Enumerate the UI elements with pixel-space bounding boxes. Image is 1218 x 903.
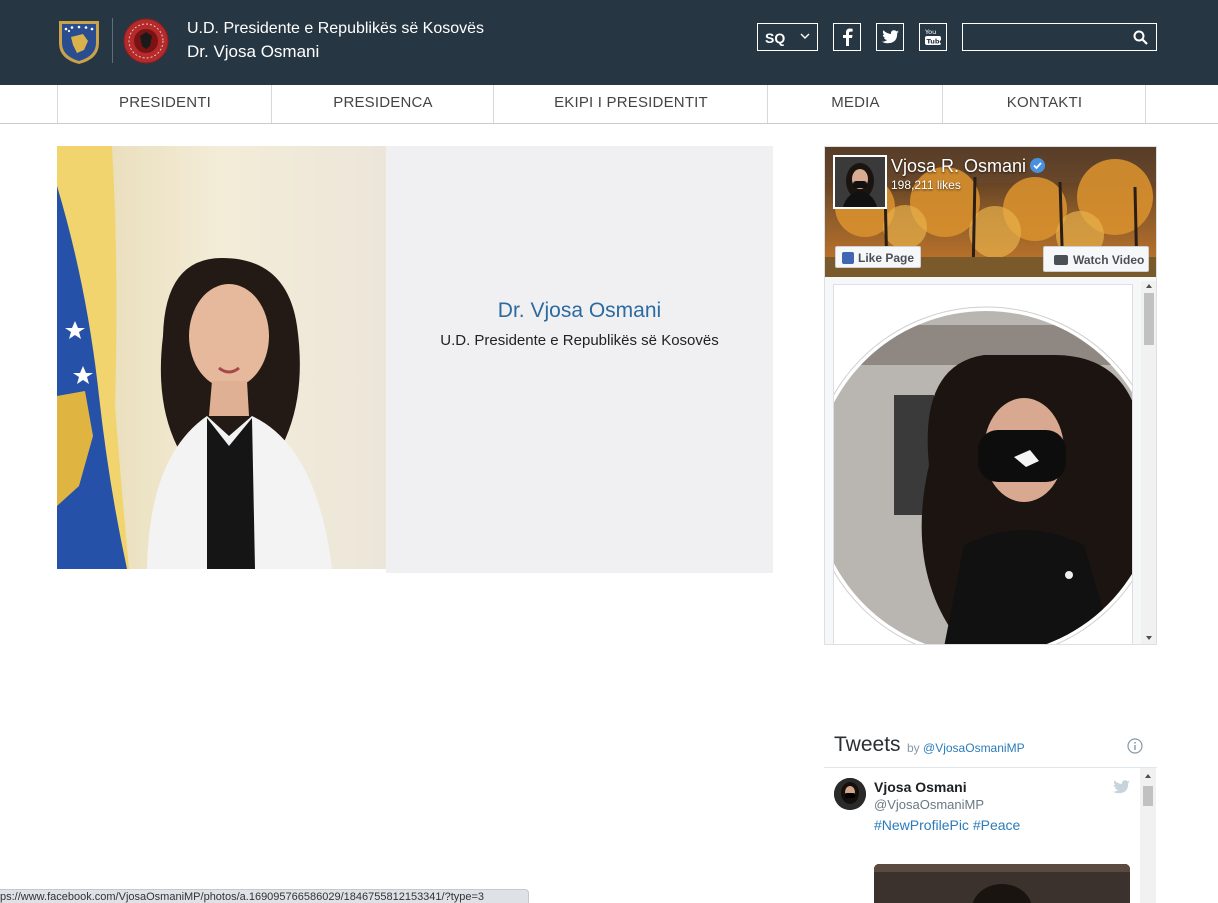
play-icon xyxy=(1054,255,1068,265)
twitter-icon xyxy=(881,29,899,43)
youtube-icon: You Tube xyxy=(924,28,943,45)
tweets-title: Tweets xyxy=(834,733,901,756)
scroll-up-icon[interactable] xyxy=(1140,771,1156,781)
tweet-author-handle[interactable]: @VjosaOsmaniMP xyxy=(874,797,984,812)
header-title-line1: U.D. Presidente e Republikës së Kosovës xyxy=(187,20,485,37)
presidency-seal-icon[interactable] xyxy=(123,18,169,64)
watch-video-label: Watch Video xyxy=(1073,253,1145,267)
twitter-header: Tweets by @VjosaOsmaniMP xyxy=(824,726,1157,768)
main-nav: PRESIDENTI PRESIDENCA EKIPI I PRESIDENTI… xyxy=(0,85,1218,124)
twitter-link[interactable] xyxy=(876,23,904,51)
president-portrait xyxy=(57,146,386,569)
nav-item-ekipi[interactable]: EKIPI I PRESIDENTIT xyxy=(493,85,768,123)
facebook-scrollbar[interactable] xyxy=(1141,281,1157,644)
tweets-by-label: by xyxy=(907,741,920,755)
like-page-label: Like Page xyxy=(858,251,915,265)
nav-item-media[interactable]: MEDIA xyxy=(767,85,943,123)
facebook-post[interactable] xyxy=(833,284,1133,644)
header-divider xyxy=(112,18,113,63)
nav-item-kontakti[interactable]: KONTAKTI xyxy=(942,85,1146,123)
hero-name: Dr. Vjosa Osmani xyxy=(497,299,662,322)
facebook-cover[interactable]: Vjosa R. Osmani 198,211 likes Like Page … xyxy=(825,147,1156,277)
search-input[interactable] xyxy=(967,27,1127,47)
language-value: SQ xyxy=(765,30,786,46)
svg-text:You: You xyxy=(924,28,936,36)
post-profile-image xyxy=(834,285,1132,644)
facebook-link[interactable] xyxy=(833,23,861,51)
chevron-down-icon xyxy=(800,33,810,39)
nav-divider xyxy=(1145,85,1146,123)
nav-item-presidenti[interactable]: PRESIDENTI xyxy=(57,85,272,123)
facebook-avatar[interactable] xyxy=(833,155,887,209)
tweet-text[interactable]: #NewProfilePic #Peace xyxy=(874,817,1020,833)
facebook-scroll-thumb[interactable] xyxy=(1144,293,1154,345)
twitter-scrollbar[interactable] xyxy=(1140,768,1156,903)
facebook-page-name[interactable]: Vjosa R. Osmani xyxy=(891,156,1026,176)
svg-text:Tube: Tube xyxy=(927,37,943,45)
hero-title: U.D. Presidente e Republikës së Kosovës xyxy=(440,332,719,349)
info-icon[interactable] xyxy=(1127,738,1143,754)
facebook-likes: 198,211 likes xyxy=(891,178,961,192)
scroll-up-icon[interactable] xyxy=(1141,281,1157,291)
tweets-by-handle-link[interactable]: @VjosaOsmaniMP xyxy=(923,741,1025,755)
like-page-button[interactable]: Like Page xyxy=(835,246,921,268)
watch-video-button[interactable]: Watch Video xyxy=(1043,246,1149,272)
tweets-by: by @VjosaOsmaniMP xyxy=(907,741,1025,755)
browser-status-bar: ps://www.facebook.com/VjosaOsmaniMP/phot… xyxy=(0,889,529,903)
search-box xyxy=(962,23,1157,51)
tweet-media-image[interactable] xyxy=(874,864,1130,903)
verified-badge-icon xyxy=(1030,158,1046,173)
top-header: U.D. Presidente e Republikës së Kosovës … xyxy=(0,0,1218,85)
twitter-bird-icon[interactable] xyxy=(1112,780,1130,795)
youtube-link[interactable]: You Tube xyxy=(919,23,947,51)
nav-item-presidenca[interactable]: PRESIDENCA xyxy=(271,85,494,123)
tweet-avatar[interactable] xyxy=(834,778,866,810)
search-icon[interactable] xyxy=(1133,30,1148,45)
tweet-author-name[interactable]: Vjosa Osmani xyxy=(874,779,967,795)
facebook-icon xyxy=(843,28,853,46)
kosovo-coat-of-arms-icon[interactable] xyxy=(57,17,101,65)
language-select[interactable]: SQ xyxy=(757,23,818,51)
hero-info-panel: Dr. Vjosa Osmani U.D. Presidente e Repub… xyxy=(386,146,773,573)
facebook-page-widget: Vjosa R. Osmani 198,211 likes Like Page … xyxy=(824,146,1157,645)
portrait-image xyxy=(57,146,386,569)
facebook-page-name-wrap[interactable]: Vjosa R. Osmani xyxy=(891,156,1046,177)
header-title-line2: Dr. Vjosa Osmani xyxy=(187,42,320,61)
twitter-timeline-widget: Tweets by @VjosaOsmaniMP Vjosa Osmani @V… xyxy=(824,726,1157,903)
scroll-down-icon[interactable] xyxy=(1141,633,1157,643)
twitter-scroll-thumb[interactable] xyxy=(1143,786,1153,806)
facebook-small-icon xyxy=(842,252,854,264)
